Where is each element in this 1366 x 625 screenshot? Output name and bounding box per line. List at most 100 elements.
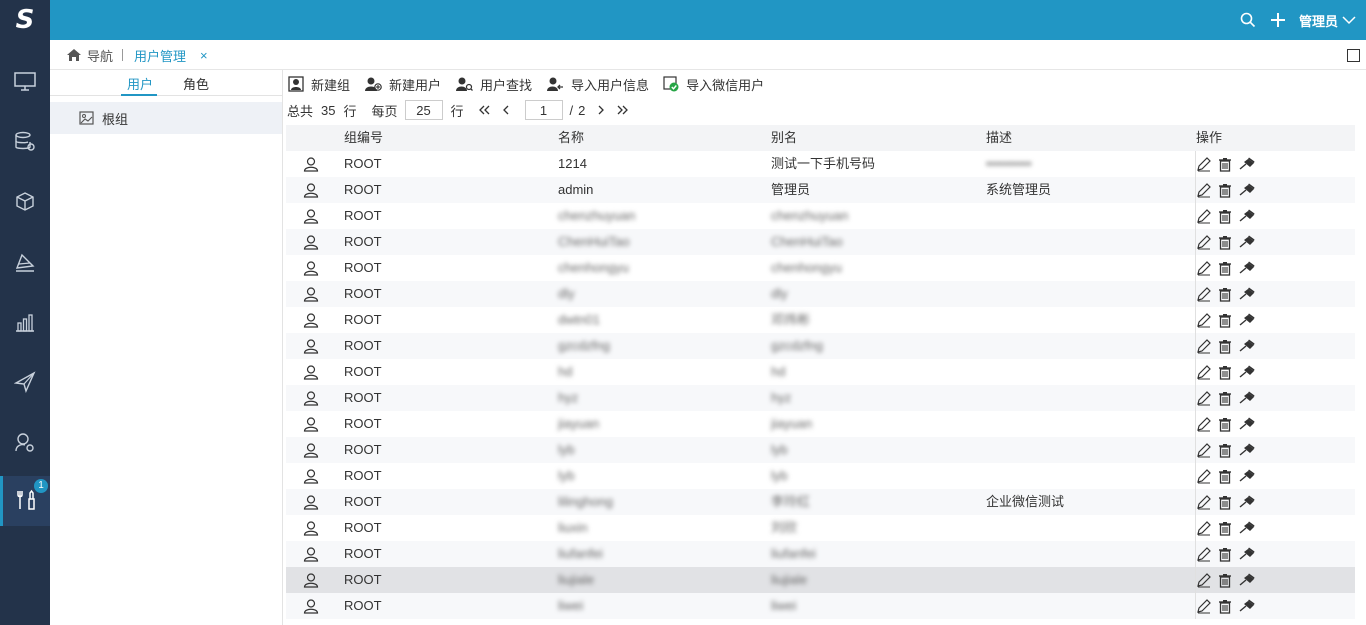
delete-icon[interactable] [1218, 469, 1232, 484]
plus-icon[interactable] [1263, 0, 1293, 40]
edit-icon[interactable] [1196, 312, 1211, 328]
table-row[interactable]: ROOT jiayuan jiayuan [286, 411, 1355, 437]
last-page-icon[interactable] [615, 105, 629, 115]
table-row[interactable]: ROOT liufanfei liufanfei [286, 541, 1355, 567]
pin-icon[interactable] [1239, 261, 1255, 275]
edit-icon[interactable] [1196, 546, 1211, 562]
pin-icon[interactable] [1239, 365, 1255, 379]
nav-analysis[interactable] [0, 238, 50, 288]
table-row[interactable]: ROOT chenzhuyuan chenzhuyuan [286, 203, 1355, 229]
table-row[interactable]: ROOT dly dly [286, 281, 1355, 307]
import-user-button[interactable]: 导入用户信息 [546, 75, 649, 94]
table-row[interactable]: ROOT ChenHuiTao ChenHuiTao [286, 229, 1355, 255]
edit-icon[interactable] [1196, 468, 1211, 484]
table-row[interactable]: ROOT hd hd [286, 359, 1355, 385]
pin-icon[interactable] [1239, 183, 1255, 197]
edit-icon[interactable] [1196, 364, 1211, 380]
maximize-icon[interactable] [1347, 49, 1360, 62]
edit-icon[interactable] [1196, 598, 1211, 614]
table-row[interactable]: ROOT lyb lyb [286, 463, 1355, 489]
header-name[interactable]: 名称 [558, 125, 584, 151]
delete-icon[interactable] [1218, 443, 1232, 458]
pin-icon[interactable] [1239, 443, 1255, 457]
edit-icon[interactable] [1196, 234, 1211, 250]
delete-icon[interactable] [1218, 339, 1232, 354]
pin-icon[interactable] [1239, 547, 1255, 561]
delete-icon[interactable] [1218, 183, 1232, 198]
delete-icon[interactable] [1218, 157, 1232, 172]
pin-icon[interactable] [1239, 391, 1255, 405]
table-row[interactable]: ROOT admin 管理员 系统管理员 [286, 177, 1355, 203]
edit-icon[interactable] [1196, 338, 1211, 354]
nav-publish[interactable] [0, 358, 50, 408]
edit-icon[interactable] [1196, 416, 1211, 432]
admin-user-menu[interactable]: 管理员 [1293, 11, 1366, 30]
new-user-button[interactable]: 新建用户 [364, 75, 441, 94]
delete-icon[interactable] [1218, 547, 1232, 562]
table-row[interactable]: ROOT liuxin 刘欣 [286, 515, 1355, 541]
delete-icon[interactable] [1218, 209, 1232, 224]
delete-icon[interactable] [1218, 521, 1232, 536]
edit-icon[interactable] [1196, 286, 1211, 302]
pin-icon[interactable] [1239, 495, 1255, 509]
edit-icon[interactable] [1196, 520, 1211, 536]
nav-system-tools[interactable]: 1 [0, 476, 50, 526]
search-icon[interactable] [1233, 0, 1263, 40]
delete-icon[interactable] [1218, 235, 1232, 250]
pin-icon[interactable] [1239, 339, 1255, 353]
table-row[interactable]: ROOT dwtn01 邓炜彬 [286, 307, 1355, 333]
delete-icon[interactable] [1218, 573, 1232, 588]
pin-icon[interactable] [1239, 469, 1255, 483]
nav-report[interactable] [0, 298, 50, 348]
first-page-icon[interactable] [478, 105, 492, 115]
pin-icon[interactable] [1239, 287, 1255, 301]
delete-icon[interactable] [1218, 287, 1232, 302]
edit-icon[interactable] [1196, 156, 1211, 172]
edit-icon[interactable] [1196, 494, 1211, 510]
table-row[interactable]: ROOT hyz hyz [286, 385, 1355, 411]
table-row[interactable]: ROOT liwei liwei [286, 593, 1355, 619]
nav-model[interactable] [0, 178, 50, 228]
pin-icon[interactable] [1239, 599, 1255, 613]
edit-icon[interactable] [1196, 208, 1211, 224]
table-row[interactable]: ROOT chenhongyu chenhongyu [286, 255, 1355, 281]
edit-icon[interactable] [1196, 442, 1211, 458]
delete-icon[interactable] [1218, 365, 1232, 380]
delete-icon[interactable] [1218, 495, 1232, 510]
table-row[interactable]: ROOT lilinghong 李玲红 企业微信测试 [286, 489, 1355, 515]
table-row[interactable]: ROOT liujiale liujiale [286, 567, 1355, 593]
header-description[interactable]: 描述 [986, 125, 1012, 151]
prev-page-icon[interactable] [499, 105, 513, 115]
delete-icon[interactable] [1218, 313, 1232, 328]
pin-icon[interactable] [1239, 157, 1255, 171]
edit-icon[interactable] [1196, 572, 1211, 588]
nav-datasource[interactable] [0, 118, 50, 168]
header-group-id[interactable]: 组编号 [344, 125, 383, 151]
edit-icon[interactable] [1196, 182, 1211, 198]
nav-monitor[interactable] [0, 58, 50, 108]
find-user-button[interactable]: 用户查找 [455, 75, 532, 94]
pin-icon[interactable] [1239, 235, 1255, 249]
delete-icon[interactable] [1218, 391, 1232, 406]
close-icon[interactable]: × [200, 48, 208, 63]
new-group-button[interactable]: 新建组 [288, 75, 350, 94]
table-row[interactable]: ROOT lyb lyb [286, 437, 1355, 463]
pin-icon[interactable] [1239, 573, 1255, 587]
next-page-icon[interactable] [594, 105, 608, 115]
table-row[interactable]: ROOT 1214 测试一下手机号码 •••••••••• [286, 151, 1355, 177]
tab-role[interactable]: 角色 [183, 74, 209, 93]
edit-icon[interactable] [1196, 390, 1211, 406]
tab-user-management[interactable]: 用户管理 × [134, 40, 208, 70]
header-alias[interactable]: 别名 [771, 125, 797, 151]
pin-icon[interactable] [1239, 417, 1255, 431]
tree-item-root-group[interactable]: 根组 [50, 102, 282, 134]
table-row[interactable]: ROOT gzcdzfng gzcdzfng [286, 333, 1355, 359]
current-page-input[interactable] [524, 100, 563, 120]
per-page-input[interactable] [404, 100, 443, 120]
delete-icon[interactable] [1218, 599, 1232, 614]
nav-user-settings[interactable] [0, 418, 50, 468]
tab-user[interactable]: 用户 [127, 74, 153, 93]
import-wechat-user-button[interactable]: 导入微信用户 [663, 75, 764, 94]
edit-icon[interactable] [1196, 260, 1211, 276]
app-logo[interactable]: S [0, 0, 50, 40]
